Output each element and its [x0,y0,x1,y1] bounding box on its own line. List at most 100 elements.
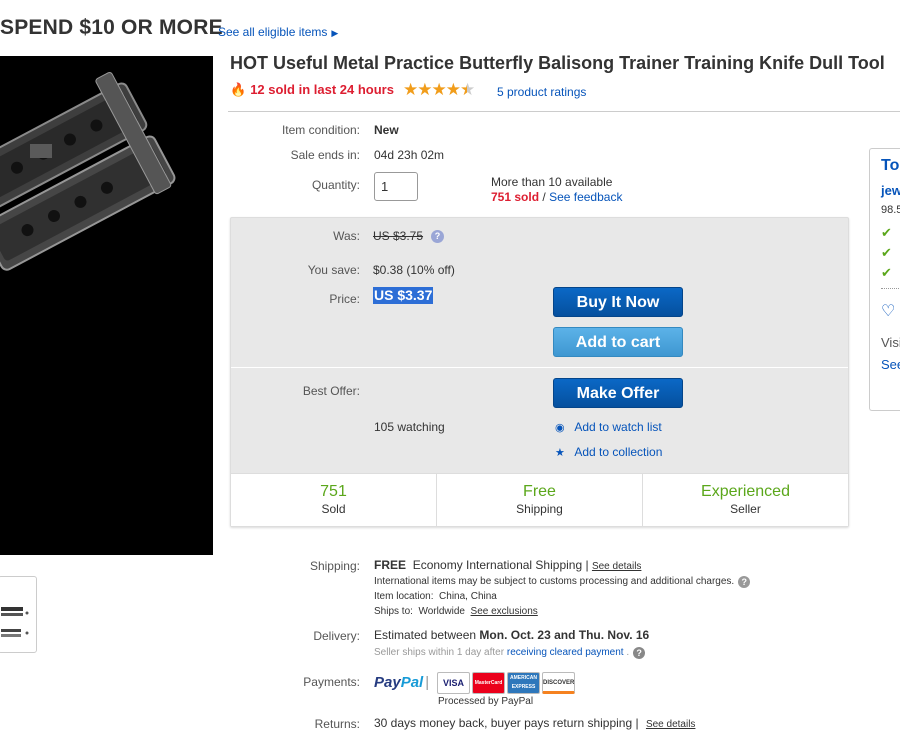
stat-label: Seller [730,502,761,516]
rating-stars[interactable]: ★★★★★ [403,80,475,100]
discover-card-icon: DISCOVER [542,672,575,694]
delivery-row: Estimated between Mon. Oct. 23 and Thu. … [374,628,649,642]
fire-icon: 🔥 [230,82,247,97]
quantity-label: Quantity: [311,178,360,192]
stat-label: Sold [321,502,346,516]
stat-seller: Experienced Seller [643,474,848,526]
was-price: US $3.75 [373,229,424,243]
sale-ends-value: 04d 23h 02m [374,148,445,162]
sold-24h-row: 🔥 12 sold in last 24 hours [230,82,394,98]
was-row: US $3.75? [373,229,445,243]
stat-label: Shipping [516,502,563,516]
sale-ends-label: Sale ends in: [290,148,360,162]
delivery-prefix: Estimated between [374,628,477,642]
half-star-icon: ★ [460,80,475,99]
stat-sold: 751 Sold [231,474,437,526]
seller-score: 98.5 [881,204,900,216]
add-to-watch-list[interactable]: ◉ Add to watch list [555,420,662,434]
cleared-payment-link[interactable]: receiving cleared payment [507,647,624,658]
help-icon[interactable]: ? [633,647,646,659]
add-to-cart-button[interactable]: Add to cart [553,327,683,357]
stat-shipping: Free Shipping [437,474,643,526]
see-feedback-link[interactable]: See feedback [549,190,622,204]
quantity-input[interactable]: 1 [374,172,418,201]
returns-see-details-link[interactable]: See details [646,719,695,730]
check-icon: ✔ [881,245,892,260]
sold-feedback-row: 751 sold / See feedback [491,190,622,204]
shipping-free: FREE [374,558,407,572]
item-location-row: Item location: China, China [374,591,497,602]
you-save-value: $0.38 (10% off) [373,263,455,277]
product-ratings-link[interactable]: 5 product ratings [497,85,586,99]
delivery-note-suffix: . [626,647,630,658]
product-title: HOT Useful Metal Practice Butterfly Bali… [230,53,885,73]
star-icon: ★ [555,447,565,459]
see-other-items-link[interactable]: See [881,357,900,372]
mastercard-icon: MasterCard [472,672,505,694]
visa-card-icon: VISA [437,672,470,694]
price-label: Price: [329,292,360,306]
ships-to-row: Ships to: Worldwide See exclusions [374,606,538,617]
stat-value: Experienced [701,483,790,500]
dotted-divider [881,288,900,289]
star-icon: ★ [417,80,432,99]
customs-note-row: International items may be subject to cu… [374,576,751,588]
price-box-divider [231,367,848,368]
product-image[interactable] [0,56,213,555]
make-offer-button[interactable]: Make Offer [553,378,683,408]
seller-info-card: To jew 98.5 ✔ ✔ ✔ ♡ Visi See [869,148,900,411]
delivery-range: Mon. Oct. 23 and Thu. Nov. 16 [479,628,650,642]
you-save-label: You save: [307,263,360,277]
condition-value: New [374,123,399,137]
watching-count: 105 watching [374,420,445,434]
separator: / [542,190,546,204]
add-to-collection[interactable]: ★ Add to collection [555,445,662,459]
help-icon[interactable]: ? [738,576,751,588]
delivery-note: Seller ships within 1 day after [374,647,505,658]
best-offer-label: Best Offer: [302,384,360,398]
shipping-row: FREE Economy International Shipping | Se… [374,558,642,572]
star-icon: ★ [403,80,418,99]
amex-card-icon: AMERICAN EXPRESS [507,672,540,694]
processed-by-paypal: Processed by PayPal [438,696,534,707]
see-eligible-items-label: See all eligible items [218,25,328,39]
star-icon: ★ [431,80,447,99]
stat-value: Free [523,483,556,500]
condition-label: Item condition: [281,123,360,137]
shipping-label: Shipping: [309,559,360,573]
promo-heading: SPEND $10 OR MORE [0,16,223,39]
returns-row: 30 days money back, buyer pays return sh… [374,716,696,730]
seller-name-link[interactable]: jew [881,183,900,198]
availability-text: More than 10 available [491,175,613,189]
paypal-logo-pay: Pay [374,674,401,691]
divider [228,111,900,112]
item-location: China, China [439,591,497,602]
current-price: US $3.37 [373,287,434,304]
was-label: Was: [333,229,360,243]
payments-label: Payments: [303,675,360,689]
see-exclusions-link[interactable]: See exclusions [471,606,538,617]
returns-text: 30 days money back, buyer pays return sh… [374,716,633,730]
see-eligible-items-link[interactable]: See all eligible items ▶ [218,25,338,39]
eye-icon: ◉ [555,422,565,434]
returns-label: Returns: [314,717,360,731]
star-icon: ★ [445,80,461,99]
delivery-note-row: Seller ships within 1 day after receivin… [374,647,646,659]
ships-to: Worldwide [418,606,465,617]
product-thumbnail[interactable] [0,576,37,653]
buy-it-now-button[interactable]: Buy It Now [553,287,683,317]
sold-count: 751 sold [491,190,540,204]
heart-icon[interactable]: ♡ [881,301,895,321]
customs-note: International items may be subject to cu… [374,576,735,587]
paypal-logo-pal: Pal [400,674,424,691]
shipping-see-details-link[interactable]: See details [592,561,641,572]
paypal-logo: PayPal | [374,674,430,691]
help-icon[interactable]: ? [431,230,445,243]
check-icon: ✔ [881,225,892,240]
delivery-label: Delivery: [313,629,360,643]
add-to-watch-list-label: Add to watch list [574,420,662,434]
stats-strip: 751 Sold Free Shipping Experienced Selle… [231,473,848,526]
item-location-label: Item location: [374,591,434,602]
shipping-method: Economy International Shipping [412,558,583,572]
sold-24h-text: 12 sold in last 24 hours [250,82,394,97]
